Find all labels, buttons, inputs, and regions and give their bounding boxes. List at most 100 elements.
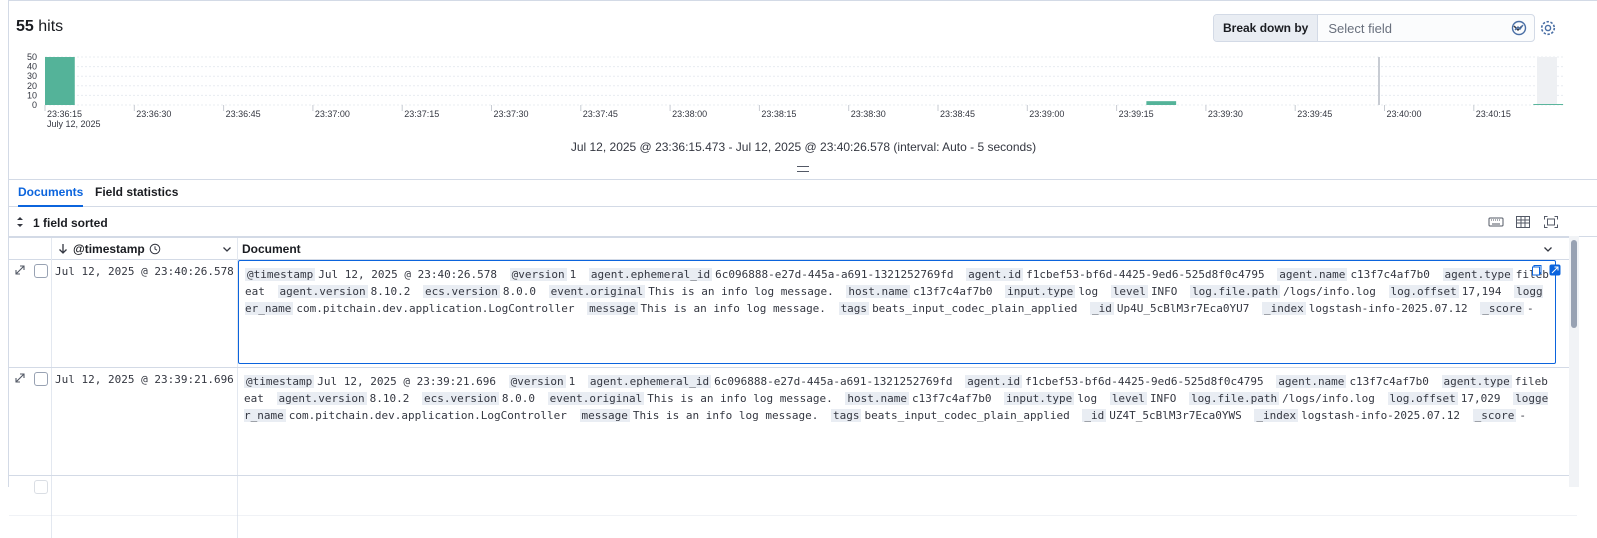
tab-field-statistics[interactable]: Field statistics	[95, 185, 178, 205]
expand-icon[interactable]	[14, 372, 26, 384]
field-key: agent.type	[1442, 268, 1513, 281]
field-key: agent.type	[1441, 375, 1512, 388]
resize-handle[interactable]	[797, 166, 809, 172]
field-key: log.file.path	[1189, 392, 1280, 405]
field-value: Jul 12, 2025 @ 23:39:21.696	[317, 375, 497, 388]
field-key: agent.id	[965, 375, 1023, 388]
field-value: c13f7c4af7b0	[1350, 268, 1430, 281]
grid-scrollbar[interactable]	[1569, 236, 1579, 487]
field-key: agent.ephemeral_id	[587, 375, 712, 388]
field-key: _id	[1090, 302, 1114, 315]
field-value: 1	[568, 375, 576, 388]
row-checkbox[interactable]	[34, 264, 48, 278]
table-density-icon[interactable]	[1515, 215, 1531, 229]
field-key: tags	[838, 302, 870, 315]
field-value: This is an info log message.	[640, 302, 826, 315]
clock-icon	[149, 243, 161, 255]
field-value: 17,029	[1460, 392, 1501, 405]
chevron-down-icon[interactable]	[222, 244, 232, 254]
tabs-bar: Documents Field statistics	[9, 179, 1597, 207]
field-key: input.type	[1004, 392, 1075, 405]
gear-icon[interactable]	[1539, 19, 1557, 37]
field-key: agent.name	[1276, 375, 1347, 388]
field-value: INFO	[1150, 285, 1178, 298]
field-value: 8.10.2	[369, 392, 410, 405]
field-value: beats_input_codec_plain_applied	[872, 302, 1078, 315]
keyboard-icon[interactable]	[1488, 215, 1504, 229]
field-key: message	[579, 409, 630, 422]
tab-documents[interactable]: Documents	[18, 185, 84, 207]
document-cell[interactable]: @timestamp Jul 12, 2025 @ 23:40:26.578 @v…	[238, 260, 1556, 364]
breakdown-placeholder: Select field	[1328, 20, 1392, 36]
field-value: /logs/info.log	[1282, 392, 1375, 405]
y-tick-label: 30	[27, 71, 37, 81]
x-tick-label: 23:36:45	[226, 109, 261, 119]
breakdown-field-selector[interactable]: Break down by Select field	[1213, 14, 1535, 42]
x-tick-label: 23:40:15	[1476, 109, 1511, 119]
field-key: log.offset	[1387, 392, 1458, 405]
field-value: This is an info log message.	[648, 285, 834, 298]
sorted-fields-button[interactable]: 1 field sorted	[33, 216, 108, 230]
field-value: 1	[569, 268, 577, 281]
field-value: 17,194	[1461, 285, 1502, 298]
field-value: c13f7c4af7b0	[911, 392, 992, 405]
y-tick-label: 40	[27, 62, 37, 72]
breakdown-select[interactable]: Select field	[1318, 15, 1534, 41]
documents-grid: @timestamp Document Jul 12, 2025 @ 23:40…	[9, 237, 1577, 538]
field-value: c13f7c4af7b0	[912, 285, 993, 298]
y-tick-label: 10	[27, 90, 37, 100]
hits-count: 55 hits	[16, 18, 63, 36]
field-key: agent.version	[277, 285, 368, 298]
row-checkbox[interactable]	[34, 480, 48, 494]
scrollbar-thumb[interactable]	[1571, 240, 1577, 328]
discover-panel: 55 hits Break down by Select field 50 40 3…	[8, 0, 1597, 538]
field-key: input.type	[1005, 285, 1076, 298]
x-tick-label: 23:38:15	[761, 109, 796, 119]
field-value: UZ4T_5cBlM3r7Eca0YWS	[1109, 409, 1242, 422]
document-cell[interactable]: @timestamp Jul 12, 2025 @ 23:39:21.696 @v…	[238, 368, 1556, 429]
field-value: Up4U_5cBlM3r7Eca0YU7	[1116, 302, 1250, 315]
table-row[interactable]: Jul 12, 2025 @ 23:40:26.578 @timestamp Ju…	[9, 260, 1577, 368]
field-key: @version	[508, 375, 566, 388]
y-tick-label: 50	[27, 52, 37, 62]
field-value: f1cbef53-bf6d-4425-9ed6-525d8f0c4795	[1026, 268, 1265, 281]
chart-options-icon[interactable]	[1510, 19, 1528, 37]
sort-icon[interactable]	[15, 216, 25, 228]
fullscreen-icon[interactable]	[1543, 215, 1559, 229]
field-value: This is an info log message.	[647, 392, 833, 405]
row-timestamp: Jul 12, 2025 @ 23:39:21.696	[55, 373, 234, 386]
expand-icon[interactable]	[14, 264, 26, 276]
table-row[interactable]: Jul 12, 2025 @ 23:39:21.696 @timestamp Ju…	[9, 368, 1577, 476]
field-key: message	[587, 302, 638, 315]
field-value: -	[1527, 302, 1534, 315]
column-timestamp-label: @timestamp	[73, 242, 145, 256]
field-value: -	[1519, 409, 1527, 422]
copy-icon[interactable]	[1531, 264, 1543, 276]
field-value: logstash-info-2025.07.12	[1308, 302, 1468, 315]
field-value: 8.0.0	[501, 392, 535, 405]
field-key: @timestamp	[245, 268, 316, 281]
chevron-down-icon[interactable]	[1543, 244, 1553, 254]
field-value: f1cbef53-bf6d-4425-9ed6-525d8f0c4795	[1025, 375, 1264, 388]
field-value: INFO	[1149, 392, 1177, 405]
x-axis-subtitle: July 12, 2025	[47, 119, 101, 129]
column-header-timestamp[interactable]: @timestamp	[57, 238, 231, 260]
x-tick-label: 23:40:00	[1387, 109, 1422, 119]
field-value: 6c096888-e27d-445a-a691-1321252769fd	[714, 375, 953, 388]
breakdown-label: Break down by	[1214, 15, 1319, 41]
x-tick-label: 23:37:00	[315, 109, 350, 119]
table-row-partial[interactable]	[9, 476, 1577, 516]
histogram-chart[interactable]: 50403020100 23:36:15 23:36:30 23:36:45 23:37…	[9, 49, 1569, 131]
column-header-document[interactable]: Document	[242, 238, 301, 260]
expand-cell-icon[interactable]	[1549, 264, 1561, 276]
field-key: _index	[1261, 302, 1306, 315]
hits-number: 55	[16, 18, 34, 35]
field-value: c13f7c4af7b0	[1349, 375, 1429, 388]
field-value: log	[1078, 285, 1099, 298]
x-tick-label: 23:38:45	[940, 109, 975, 119]
grid-header: @timestamp Document	[9, 238, 1577, 260]
row-checkbox[interactable]	[34, 372, 48, 386]
time-range-caption: Jul 12, 2025 @ 23:36:15.473 - Jul 12, 20…	[570, 140, 1037, 154]
x-tick-label: 23:38:00	[672, 109, 707, 119]
histogram-bar	[1146, 101, 1177, 105]
